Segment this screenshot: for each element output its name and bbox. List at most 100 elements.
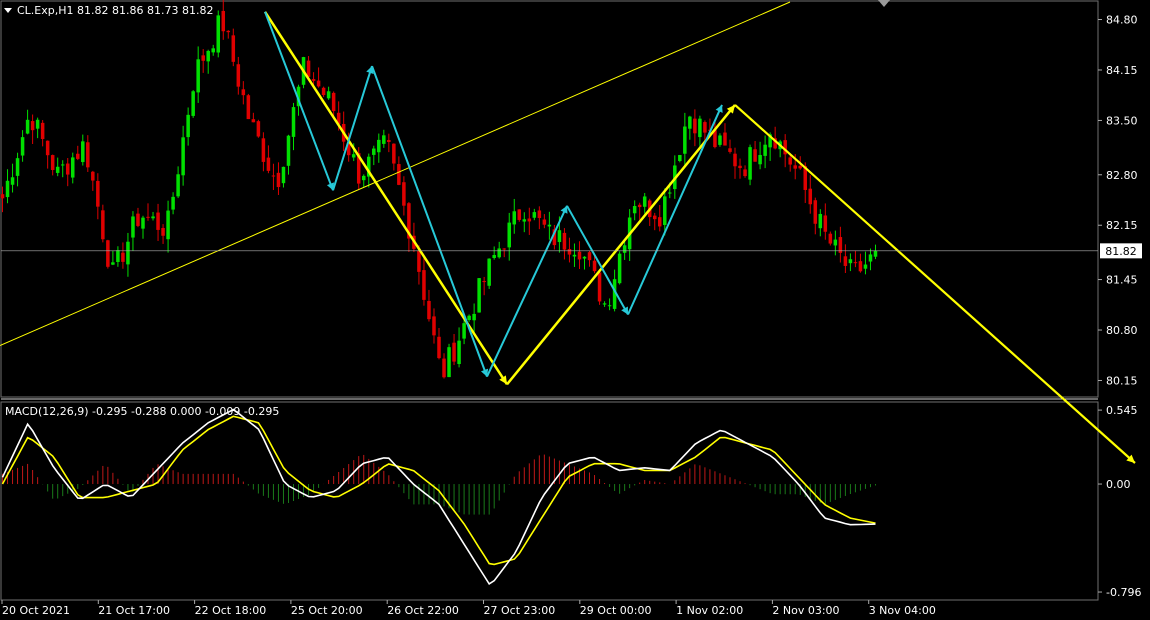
candle-body bbox=[758, 155, 762, 165]
candle-body bbox=[106, 240, 110, 267]
candle-body bbox=[838, 237, 843, 253]
candle-body bbox=[562, 232, 567, 250]
candle-body bbox=[201, 55, 205, 61]
candle-body bbox=[331, 92, 336, 112]
candle bbox=[517, 209, 522, 222]
candle-body bbox=[91, 171, 95, 181]
candle-body bbox=[387, 139, 391, 143]
candle-body bbox=[472, 313, 476, 321]
candle-body bbox=[60, 164, 65, 166]
last-price-label: 81.82 bbox=[1105, 245, 1137, 258]
candle-body bbox=[843, 256, 848, 266]
symbol-header: CL.Exp,H1 81.82 81.86 81.73 81.82 bbox=[17, 4, 213, 17]
candle-body bbox=[763, 144, 767, 156]
candle-body bbox=[622, 245, 627, 253]
candle-body bbox=[467, 315, 471, 320]
candle-body bbox=[698, 118, 702, 138]
price-tick-label: 80.15 bbox=[1106, 374, 1138, 387]
candle-body bbox=[537, 210, 542, 219]
candle-body bbox=[30, 121, 35, 131]
candle-body bbox=[728, 148, 732, 152]
candle-body bbox=[587, 252, 592, 261]
candle-body bbox=[251, 119, 256, 123]
candle-body bbox=[211, 48, 215, 53]
candle-body bbox=[477, 278, 481, 313]
candle-body bbox=[693, 118, 697, 134]
candle-body bbox=[15, 158, 20, 176]
candle-body bbox=[76, 153, 80, 159]
candle bbox=[487, 258, 491, 289]
candle-body bbox=[522, 219, 527, 222]
candle-body bbox=[181, 137, 185, 176]
candle-body bbox=[818, 213, 823, 229]
candle-body bbox=[703, 122, 707, 133]
candle-body bbox=[848, 259, 853, 264]
candle-body bbox=[738, 165, 742, 169]
time-tick-label: 20 Oct 2021 bbox=[2, 604, 70, 617]
candle-body bbox=[0, 194, 5, 199]
candle-body bbox=[542, 219, 547, 225]
candle-body bbox=[507, 222, 511, 248]
candle-body bbox=[683, 126, 687, 154]
candle-body bbox=[678, 155, 682, 162]
candle-body bbox=[422, 270, 426, 300]
candle-body bbox=[567, 249, 572, 255]
candle-body bbox=[146, 216, 150, 218]
price-tick-label: 81.45 bbox=[1106, 274, 1138, 287]
candle-body bbox=[602, 303, 607, 305]
candle-body bbox=[281, 166, 286, 184]
candle-body bbox=[176, 174, 180, 197]
candle-body bbox=[572, 254, 577, 257]
macd-tick-label: 0.00 bbox=[1106, 478, 1131, 491]
candle-body bbox=[81, 141, 85, 163]
candle-body bbox=[25, 119, 30, 134]
candle-body bbox=[116, 250, 120, 262]
candle-body bbox=[527, 218, 532, 222]
candle-body bbox=[361, 175, 366, 181]
candle-body bbox=[50, 155, 55, 170]
candle-body bbox=[547, 224, 552, 227]
candle-body bbox=[186, 114, 190, 138]
price-tick-label: 83.50 bbox=[1106, 114, 1138, 127]
candle-body bbox=[216, 15, 221, 53]
price-tick-label: 82.80 bbox=[1106, 169, 1138, 182]
trading-chart[interactable]: 84.80 84.15 83.50 82.80 82.15 81.45 80.80 80.15… bbox=[0, 0, 1150, 620]
candle-body bbox=[457, 340, 461, 365]
candle-body bbox=[111, 262, 115, 265]
candle-body bbox=[196, 59, 200, 93]
candle-body bbox=[86, 142, 90, 168]
candle-body bbox=[663, 196, 667, 225]
time-tick-label: 25 Oct 20:00 bbox=[291, 604, 363, 617]
candle-body bbox=[35, 119, 40, 129]
candle-body bbox=[798, 165, 802, 169]
candle bbox=[191, 90, 195, 118]
candle-body bbox=[577, 251, 582, 260]
candle bbox=[216, 10, 221, 58]
candle-body bbox=[637, 204, 642, 208]
candle-body bbox=[462, 323, 466, 339]
candle bbox=[748, 144, 752, 186]
candle-body bbox=[482, 281, 486, 283]
candle-body bbox=[351, 154, 356, 158]
candle-body bbox=[55, 166, 60, 173]
candle-body bbox=[753, 149, 757, 162]
candle-body bbox=[326, 91, 331, 99]
candle-body bbox=[141, 217, 145, 229]
time-tick-label: 29 Oct 00:00 bbox=[580, 604, 652, 617]
candle-body bbox=[502, 248, 506, 250]
candle-body bbox=[10, 177, 15, 185]
candle-body bbox=[70, 157, 75, 178]
candle-body bbox=[497, 248, 501, 258]
candle-body bbox=[442, 358, 446, 378]
candle-body bbox=[246, 95, 251, 120]
time-tick-label: 26 Oct 22:00 bbox=[387, 604, 459, 617]
candle-body bbox=[447, 347, 451, 378]
candle-body bbox=[261, 138, 266, 162]
candle-body bbox=[382, 135, 386, 144]
candle-body bbox=[642, 196, 647, 207]
candle-body bbox=[858, 261, 863, 272]
candle-body bbox=[808, 188, 813, 205]
candle-body bbox=[311, 79, 316, 81]
candle-body bbox=[592, 260, 597, 272]
candle-body bbox=[402, 182, 406, 206]
